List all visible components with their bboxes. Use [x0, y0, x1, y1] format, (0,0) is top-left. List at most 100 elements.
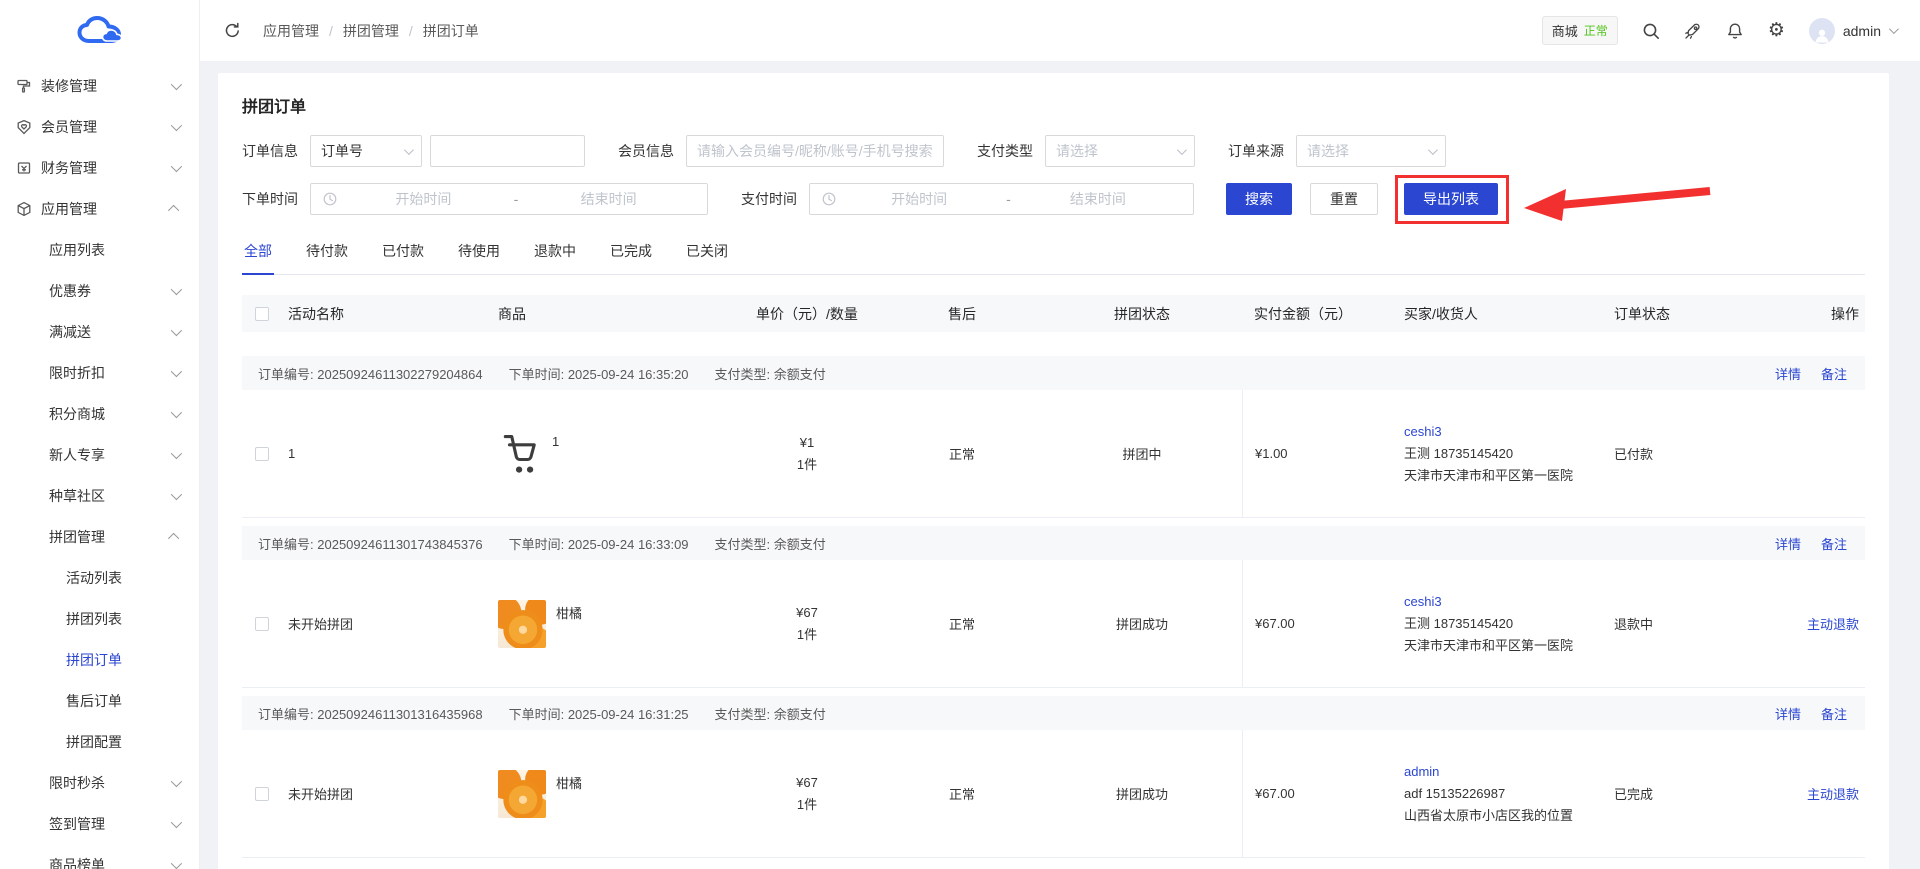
order-info-type-select[interactable]: 订单号	[310, 135, 422, 167]
rocket-icon[interactable]	[1684, 22, 1702, 40]
sidebar-item-application[interactable]: 应用管理	[0, 188, 199, 229]
shop-status-badge[interactable]: 商城 正常	[1542, 16, 1618, 45]
remark-link[interactable]: 备注	[1821, 704, 1847, 723]
row-checkbox[interactable]	[255, 447, 269, 461]
detail-link[interactable]: 详情	[1775, 364, 1801, 383]
pay-type: 余额支付	[774, 367, 826, 382]
bell-icon[interactable]	[1726, 22, 1744, 40]
select-all-checkbox[interactable]	[255, 307, 269, 321]
sidebar-item-activity-list[interactable]: 活动列表	[0, 557, 199, 598]
remark-link[interactable]: 备注	[1821, 534, 1847, 553]
pay-time-range-picker[interactable]: 开始时间 - 结束时间	[809, 183, 1194, 215]
reset-button[interactable]: 重置	[1310, 183, 1378, 215]
chevron-down-icon	[171, 857, 182, 868]
buyer-account-link[interactable]: ceshi3	[1404, 424, 1442, 439]
user-menu[interactable]: admin	[1809, 18, 1896, 44]
row-checkbox[interactable]	[255, 617, 269, 631]
sidebar-item-label: 拼团订单	[66, 650, 122, 670]
logo[interactable]	[0, 0, 199, 61]
range-separator: -	[1002, 191, 1015, 207]
order-no-input[interactable]	[430, 135, 585, 167]
buyer-cell: ceshi3 王测 18735145420 天津市天津市和平区第一医院	[1392, 591, 1602, 657]
aftersale-status: 正常	[882, 444, 1042, 463]
product-name: 1	[552, 434, 559, 449]
breadcrumb-item[interactable]: 应用管理	[263, 21, 319, 41]
tab-closed[interactable]: 已关闭	[684, 241, 730, 274]
order-time-label: 下单时间:	[509, 707, 565, 722]
chevron-down-icon	[1889, 24, 1899, 34]
aftersale-status: 正常	[882, 784, 1042, 803]
chevron-down-icon	[171, 160, 182, 171]
product-image-orange	[498, 770, 546, 818]
col-actions: 操作	[1762, 304, 1865, 324]
topbar-right: 商城 正常 ⚙ admin	[1542, 16, 1896, 45]
export-list-button[interactable]: 导出列表	[1404, 183, 1498, 215]
select-all-cell	[242, 307, 282, 321]
sidebar-item-full-reduction[interactable]: 满减送	[0, 311, 199, 352]
col-product: 商品	[492, 304, 732, 324]
sidebar: 装修管理 会员管理 财务管理 应用管理 应用列表	[0, 0, 200, 869]
sidebar-item-app-list[interactable]: 应用列表	[0, 229, 199, 270]
sidebar-item-groupbuy-orders[interactable]: 拼团订单	[0, 639, 199, 680]
refund-link[interactable]: 主动退款	[1807, 617, 1859, 632]
sidebar-item-label: 积分商城	[49, 404, 105, 424]
member-search-input[interactable]	[686, 135, 944, 167]
row-checkbox[interactable]	[255, 787, 269, 801]
clock-icon	[822, 192, 836, 206]
buyer-account-link[interactable]: admin	[1404, 764, 1439, 779]
buyer-account-link[interactable]: ceshi3	[1404, 594, 1442, 609]
paint-roller-icon	[16, 78, 32, 94]
gear-icon[interactable]: ⚙	[1768, 21, 1785, 40]
sidebar-item-decoration[interactable]: 装修管理	[0, 65, 199, 106]
remark-link[interactable]: 备注	[1821, 364, 1847, 383]
col-price-qty: 单价（元）/数量	[732, 304, 882, 324]
group-status: 拼团成功	[1042, 784, 1242, 803]
sidebar-item-finance[interactable]: 财务管理	[0, 147, 199, 188]
refund-link[interactable]: 主动退款	[1807, 787, 1859, 802]
sidebar-item-product-ranking[interactable]: 商品榜单	[0, 844, 199, 869]
tab-paid[interactable]: 已付款	[380, 241, 426, 274]
sidebar-item-aftersale-orders[interactable]: 售后订单	[0, 680, 199, 721]
sidebar-item-label: 应用管理	[41, 199, 97, 219]
sidebar-item-points-mall[interactable]: 积分商城	[0, 393, 199, 434]
sidebar-item-label: 装修管理	[41, 76, 97, 96]
order-source-select[interactable]: 请选择	[1296, 135, 1446, 167]
tab-refunding[interactable]: 退款中	[532, 241, 578, 274]
tab-to-use[interactable]: 待使用	[456, 241, 502, 274]
sidebar-item-label: 拼团管理	[49, 527, 105, 547]
action-cell: 主动退款	[1762, 614, 1865, 633]
unit-price: ¥67	[738, 772, 876, 794]
detail-link[interactable]: 详情	[1775, 704, 1801, 723]
shopping-cart-icon	[498, 431, 542, 477]
search-button[interactable]: 搜索	[1226, 183, 1292, 215]
sidebar-item-time-discount[interactable]: 限时折扣	[0, 352, 199, 393]
search-icon[interactable]	[1642, 22, 1660, 40]
sidebar-item-member[interactable]: 会员管理	[0, 106, 199, 147]
order-time-label: 下单时间:	[509, 537, 565, 552]
sidebar-item-groupbuy-list[interactable]: 拼团列表	[0, 598, 199, 639]
sidebar-item-label: 活动列表	[66, 568, 122, 588]
sidebar-item-community[interactable]: 种草社区	[0, 475, 199, 516]
sidebar-item-coupon[interactable]: 优惠券	[0, 270, 199, 311]
sidebar-item-checkin[interactable]: 签到管理	[0, 803, 199, 844]
pay-type-select[interactable]: 请选择	[1045, 135, 1195, 167]
tab-all[interactable]: 全部	[242, 241, 274, 274]
sidebar-item-newcomer[interactable]: 新人专享	[0, 434, 199, 475]
end-time-placeholder: 结束时间	[522, 189, 695, 209]
tab-pending-payment[interactable]: 待付款	[304, 241, 350, 274]
filter-row-1: 订单信息 订单号 会员信息 支付类型 请选择 订单来源 请选择	[242, 135, 1865, 167]
buyer-contact: 王测 18735145420	[1404, 613, 1596, 635]
breadcrumb-item[interactable]: 拼团管理	[343, 21, 399, 41]
detail-link[interactable]: 详情	[1775, 534, 1801, 553]
order-time-range-picker[interactable]: 开始时间 - 结束时间	[310, 183, 708, 215]
order-no-label: 订单编号:	[258, 707, 314, 722]
buyer-address: 天津市天津市和平区第一医院	[1404, 465, 1596, 487]
sidebar-item-groupbuy-config[interactable]: 拼团配置	[0, 721, 199, 762]
sidebar-item-groupbuy[interactable]: 拼团管理	[0, 516, 199, 557]
refresh-icon[interactable]	[224, 22, 241, 39]
sidebar-item-flash-sale[interactable]: 限时秒杀	[0, 762, 199, 803]
sidebar-item-label: 售后订单	[66, 691, 122, 711]
aftersale-status: 正常	[882, 614, 1042, 633]
row-select-cell	[242, 617, 282, 631]
tab-completed[interactable]: 已完成	[608, 241, 654, 274]
